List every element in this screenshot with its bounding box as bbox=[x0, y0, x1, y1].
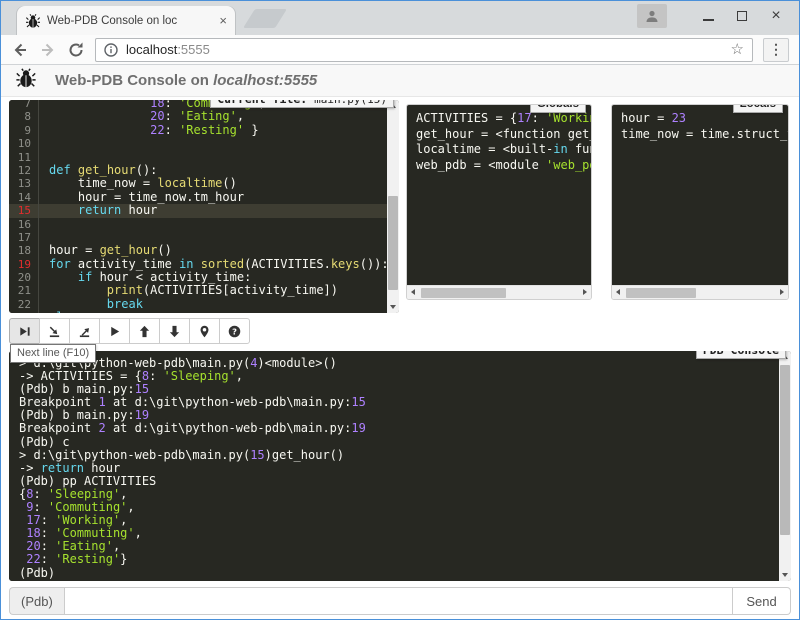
down-button[interactable] bbox=[159, 318, 190, 344]
tab-strip: Web-PDB Console on loc × × bbox=[1, 1, 799, 35]
bug-favicon-icon bbox=[25, 13, 41, 29]
code-line: 14 hour = time_now.tm_hour bbox=[9, 191, 387, 204]
globals-label: Globals bbox=[530, 104, 586, 113]
pdb-console-label: PDB Console bbox=[696, 351, 786, 359]
code-line: 12def get_hour(): bbox=[9, 164, 387, 177]
help-button[interactable]: ? bbox=[219, 318, 250, 344]
pdb-console-panel: PDB Console > d:\git\python-web-pdb\main… bbox=[9, 351, 791, 581]
debug-toolbar: ? bbox=[9, 318, 250, 344]
command-input[interactable] bbox=[64, 587, 733, 615]
console-line: (Pdb) pp ACTIVITIES bbox=[19, 475, 769, 488]
info-icon[interactable] bbox=[104, 43, 118, 57]
bookmark-star-icon[interactable]: ☆ bbox=[731, 42, 744, 57]
refresh-icon[interactable] bbox=[67, 41, 85, 59]
code-line: 23else: bbox=[9, 311, 387, 313]
console-line: 9: 'Commuting', bbox=[19, 501, 769, 514]
bug-logo-icon bbox=[15, 67, 37, 94]
minimize-button[interactable] bbox=[691, 2, 725, 30]
down-icon bbox=[168, 325, 181, 338]
current-file-panel: Current file: main.py(15) 7 18: 'Commuti… bbox=[9, 100, 399, 313]
step-into-icon bbox=[48, 325, 61, 338]
next-line-button[interactable] bbox=[9, 318, 40, 344]
code-vertical-scrollbar[interactable] bbox=[387, 100, 399, 313]
code-line: 20 if hour < activity_time: bbox=[9, 271, 387, 284]
command-prompt: (Pdb) Send bbox=[9, 587, 791, 615]
code-line: 9 22: 'Resting' } bbox=[9, 124, 387, 137]
continue-icon bbox=[108, 325, 121, 338]
code-line: 16 bbox=[9, 218, 387, 231]
code-line: 15 return hour bbox=[9, 204, 387, 217]
browser-tab[interactable]: Web-PDB Console on loc × bbox=[17, 6, 235, 35]
pdb-console-output: > d:\git\python-web-pdb\main.py(4)<modul… bbox=[9, 351, 779, 581]
url-text: localhost:5555 bbox=[126, 42, 210, 57]
variable-line: ACTIVITIES = {17: 'Working', 18: ' bbox=[416, 111, 582, 127]
console-line: 22: 'Resting'} bbox=[19, 553, 769, 566]
variable-line: hour = 23 bbox=[621, 111, 779, 127]
source-code: 7 18: 'Commuting',8 20: 'Eating',9 22: '… bbox=[9, 100, 387, 313]
console-vertical-scrollbar[interactable] bbox=[779, 351, 791, 581]
maximize-button[interactable] bbox=[725, 2, 759, 30]
browser-toolbar: localhost:5555 ☆ ⋮ bbox=[1, 35, 799, 65]
tab-title-fade bbox=[195, 10, 211, 31]
where-icon bbox=[198, 325, 211, 338]
step-out-icon bbox=[78, 325, 91, 338]
variable-line: web_pdb = <module 'web_pdb' from ' bbox=[416, 158, 582, 174]
tab-title: Web-PDB Console on loc bbox=[47, 15, 199, 27]
svg-text:?: ? bbox=[232, 326, 237, 336]
next-line-icon bbox=[18, 325, 31, 338]
where-button[interactable] bbox=[189, 318, 220, 344]
continue-button[interactable] bbox=[99, 318, 130, 344]
locals-panel: Locals hour = 23time_now = time.struct_t… bbox=[611, 104, 789, 300]
console-line: 18: 'Commuting', bbox=[19, 527, 769, 540]
close-button[interactable]: × bbox=[759, 2, 793, 30]
code-line: 17 bbox=[9, 231, 387, 244]
pdb-prompt-addon: (Pdb) bbox=[9, 587, 64, 615]
current-file-label: Current file: main.py(15) bbox=[210, 100, 394, 108]
code-line: 18hour = get_hour() bbox=[9, 244, 387, 257]
step-out-button[interactable] bbox=[69, 318, 100, 344]
send-button[interactable]: Send bbox=[733, 587, 791, 615]
help-icon: ? bbox=[228, 325, 241, 338]
console-line: > d:\git\python-web-pdb\main.py(15)get_h… bbox=[19, 449, 769, 462]
web-pdb-page: Web-PDB Console on localhost:5555 Curren… bbox=[1, 65, 799, 618]
up-icon bbox=[138, 325, 151, 338]
code-line: 8 20: 'Eating', bbox=[9, 110, 387, 123]
code-line: 22 break bbox=[9, 298, 387, 311]
up-button[interactable] bbox=[129, 318, 160, 344]
locals-content: hour = 23time_now = time.struct_time(tm_… bbox=[612, 105, 788, 285]
forward-icon[interactable] bbox=[39, 41, 57, 59]
globals-content: ACTIVITIES = {17: 'Working', 18: 'get_ho… bbox=[407, 105, 591, 285]
console-line: (Pdb) bbox=[19, 567, 769, 580]
console-line: Breakpoint 2 at d:\git\python-web-pdb\ma… bbox=[19, 422, 769, 435]
variable-line: get_hour = <function get_hour at 0 bbox=[416, 127, 582, 143]
locals-horizontal-scrollbar[interactable] bbox=[612, 285, 788, 299]
page-header: Web-PDB Console on localhost:5555 bbox=[1, 65, 799, 97]
next-line-tooltip: Next line (F10) bbox=[10, 344, 96, 363]
browser-window: Web-PDB Console on loc × × localhost:555… bbox=[0, 0, 800, 620]
globals-panel: Globals ACTIVITIES = {17: 'Working', 18:… bbox=[406, 104, 592, 300]
page-title: Web-PDB Console on localhost:5555 bbox=[55, 72, 317, 89]
step-into-button[interactable] bbox=[39, 318, 70, 344]
address-bar[interactable]: localhost:5555 ☆ bbox=[95, 38, 753, 62]
profile-button[interactable] bbox=[637, 4, 667, 28]
new-tab-button[interactable] bbox=[243, 9, 287, 28]
code-line: 11 bbox=[9, 151, 387, 164]
tab-close-icon[interactable]: × bbox=[219, 14, 227, 27]
locals-label: Locals bbox=[733, 104, 783, 113]
window-controls: × bbox=[637, 1, 793, 31]
code-line: 10 bbox=[9, 137, 387, 150]
code-line: 13 time_now = localtime() bbox=[9, 177, 387, 190]
code-line: 19for activity_time in sorted(ACTIVITIES… bbox=[9, 258, 387, 271]
variable-line: time_now = time.struct_time(tm_yea bbox=[621, 127, 779, 143]
globals-horizontal-scrollbar[interactable] bbox=[407, 285, 591, 299]
console-line: 20: 'Eating', bbox=[19, 540, 769, 553]
back-icon[interactable] bbox=[11, 41, 29, 59]
browser-menu-icon[interactable]: ⋮ bbox=[763, 38, 789, 62]
variable-line: localtime = <built-in function loc bbox=[416, 142, 582, 158]
code-line: 21 print(ACTIVITIES[activity_time]) bbox=[9, 284, 387, 297]
